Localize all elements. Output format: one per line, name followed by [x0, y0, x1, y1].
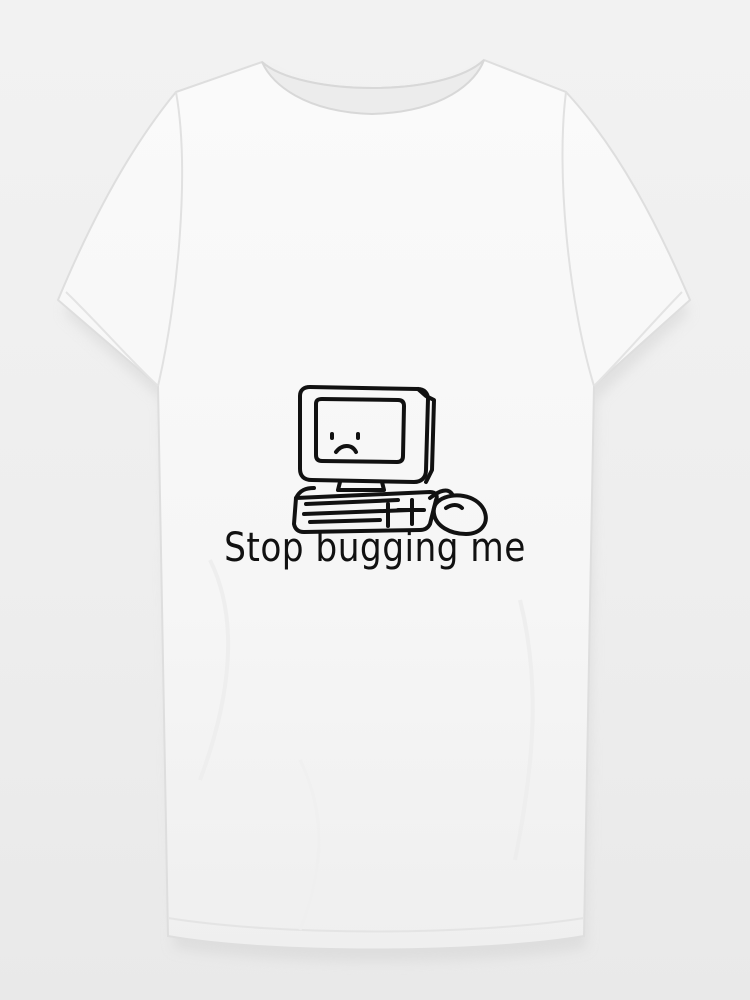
tshirt [56, 58, 692, 962]
shirt-body [56, 58, 692, 951]
print-slogan-text: Stop bugging me [224, 525, 526, 571]
product-photo: Stop bugging me [0, 0, 750, 1000]
